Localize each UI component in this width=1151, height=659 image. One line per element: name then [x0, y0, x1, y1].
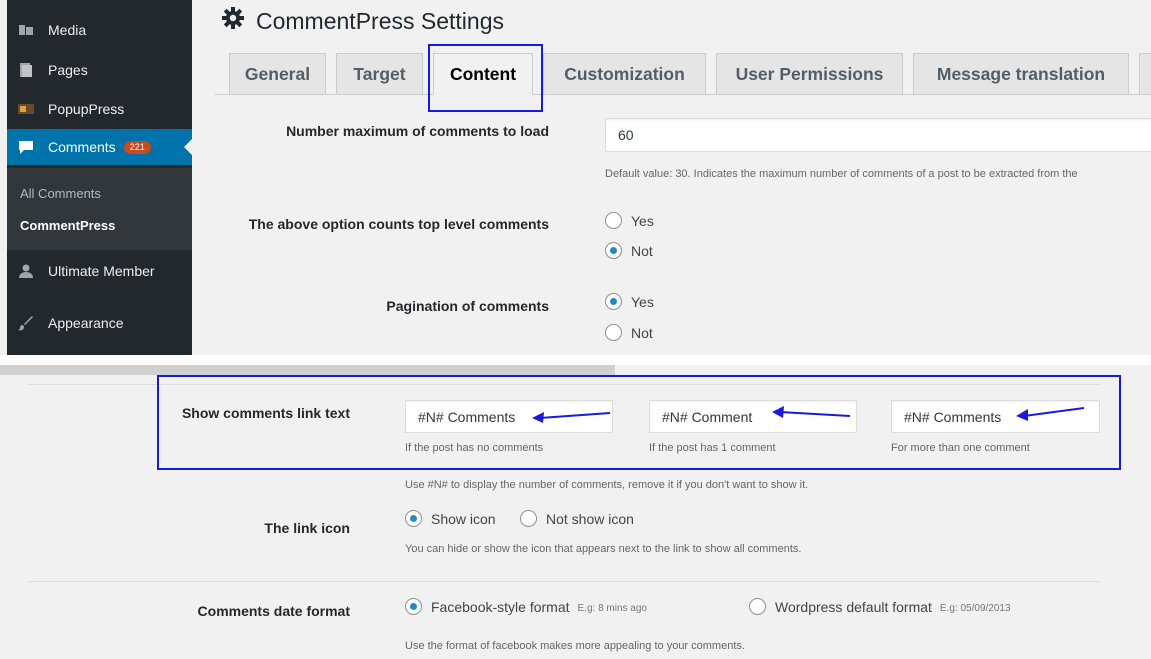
sidebar-item-label: Appearance	[48, 315, 124, 331]
sidebar-item-appearance[interactable]: Appearance	[7, 305, 192, 341]
popuppress-icon	[18, 101, 34, 117]
tab-message-translation[interactable]: Message translation	[913, 53, 1129, 95]
link-icon-hide-option[interactable]: Not show icon	[520, 510, 634, 527]
input-value: #N# Comments	[418, 408, 516, 425]
radio-button-selected[interactable]	[405, 510, 422, 527]
submenu-item-commentpress[interactable]: CommentPress	[20, 218, 115, 233]
radio-button[interactable]	[749, 598, 766, 615]
annotation-arrow-icon	[772, 406, 851, 418]
sidebar-item-label: Comments	[48, 139, 116, 155]
link-icon-show-option[interactable]: Show icon	[405, 510, 496, 527]
top-level-not-option[interactable]: Not	[605, 242, 653, 259]
radio-button[interactable]	[605, 324, 622, 341]
page-title: CommentPress Settings	[222, 7, 504, 35]
link-text-many-comments-hint: For more than one comment	[891, 442, 1030, 454]
tab-general[interactable]: General	[229, 53, 326, 95]
radio-button[interactable]	[520, 510, 537, 527]
admin-sidebar: Media Pages PopupPress Comments 221 All …	[7, 0, 192, 355]
pagination-yes-option[interactable]: Yes	[605, 293, 654, 310]
scrollbar-strip[interactable]	[0, 365, 615, 375]
settings-top-panel: Media Pages PopupPress Comments 221 All …	[0, 0, 1151, 355]
top-level-label: The above option counts top level commen…	[248, 216, 549, 232]
radio-button-selected[interactable]	[605, 293, 622, 310]
link-text-one-comment-hint: If the post has 1 comment	[649, 442, 776, 454]
pagination-not-option[interactable]: Not	[605, 324, 653, 341]
input-value: #N# Comment	[662, 408, 753, 425]
date-example: E.g: 8 mins ago	[577, 603, 647, 614]
date-example: E.g: 05/09/2013	[939, 603, 1011, 614]
gear-icon	[222, 7, 256, 35]
comments-submenu: All Comments CommentPress	[7, 168, 192, 250]
sidebar-item-label: PopupPress	[48, 101, 125, 117]
content-tab-highlight-box	[428, 44, 543, 112]
radio-label: Not show icon	[546, 510, 634, 527]
radio-label: Yes	[631, 293, 654, 310]
date-format-facebook-option[interactable]: Facebook-style format E.g: 8 mins ago	[405, 598, 647, 615]
sidebar-item-comments[interactable]: Comments 221	[7, 129, 192, 165]
radio-label: Yes	[631, 212, 654, 229]
sidebar-item-label: Pages	[48, 62, 88, 78]
appearance-icon	[18, 315, 34, 331]
sidebar-item-ultimate-member[interactable]: Ultimate Member	[7, 253, 192, 289]
pagination-label: Pagination of comments	[386, 298, 549, 314]
radio-button-selected[interactable]	[405, 598, 422, 615]
page-title-text: CommentPress Settings	[256, 7, 504, 34]
date-format-description: Use the format of facebook makes more ap…	[405, 640, 745, 652]
tab-customization[interactable]: Customization	[543, 53, 706, 95]
pages-icon	[18, 62, 34, 78]
radio-label: Not	[631, 242, 653, 259]
submenu-item-all-comments[interactable]: All Comments	[20, 186, 101, 201]
annotation-arrow-icon	[532, 412, 611, 423]
date-format-wordpress-option[interactable]: Wordpress default format E.g: 05/09/2013	[749, 598, 1011, 615]
comments-count-badge: 221	[123, 140, 151, 154]
link-icon-description: You can hide or show the icon that appea…	[405, 543, 802, 555]
sidebar-item-popuppress[interactable]: PopupPress	[7, 91, 192, 127]
section-divider	[28, 581, 1100, 582]
link-text-description: Use #N# to display the number of comment…	[405, 479, 809, 491]
settings-bottom-panel: Show comments link text #N# Comments If …	[0, 365, 1151, 659]
max-comments-input[interactable]: 60	[605, 118, 1151, 152]
radio-label: Not	[631, 324, 653, 341]
sidebar-item-media[interactable]: Media	[7, 12, 192, 48]
radio-button[interactable]	[605, 212, 622, 229]
radio-button-selected[interactable]	[605, 242, 622, 259]
media-icon	[18, 22, 34, 38]
sidebar-item-label: Media	[48, 22, 87, 38]
tab-more[interactable]	[1139, 53, 1151, 95]
max-comments-label: Number maximum of comments to load	[286, 123, 549, 139]
link-text-label: Show comments link text	[181, 405, 350, 421]
link-text-no-comments-hint: If the post has no comments	[405, 442, 544, 454]
radio-label: Wordpress default format	[775, 598, 932, 615]
tab-user-permissions[interactable]: User Permissions	[716, 53, 903, 95]
input-value: #N# Comments	[904, 408, 1002, 425]
radio-label: Facebook-style format	[431, 598, 570, 615]
radio-label: Show icon	[431, 510, 496, 527]
sidebar-item-pages[interactable]: Pages	[7, 52, 192, 88]
annotation-arrow-icon	[1016, 407, 1085, 421]
date-format-label: Comments date format	[197, 603, 350, 619]
max-comments-description: Default value: 30. Indicates the maximum…	[605, 168, 1078, 180]
link-icon-label: The link icon	[264, 520, 350, 536]
comments-icon	[18, 139, 34, 155]
top-level-yes-option[interactable]: Yes	[605, 212, 654, 229]
user-icon	[18, 263, 34, 279]
sidebar-item-label: Ultimate Member	[48, 263, 155, 279]
tab-target[interactable]: Target	[336, 53, 423, 95]
